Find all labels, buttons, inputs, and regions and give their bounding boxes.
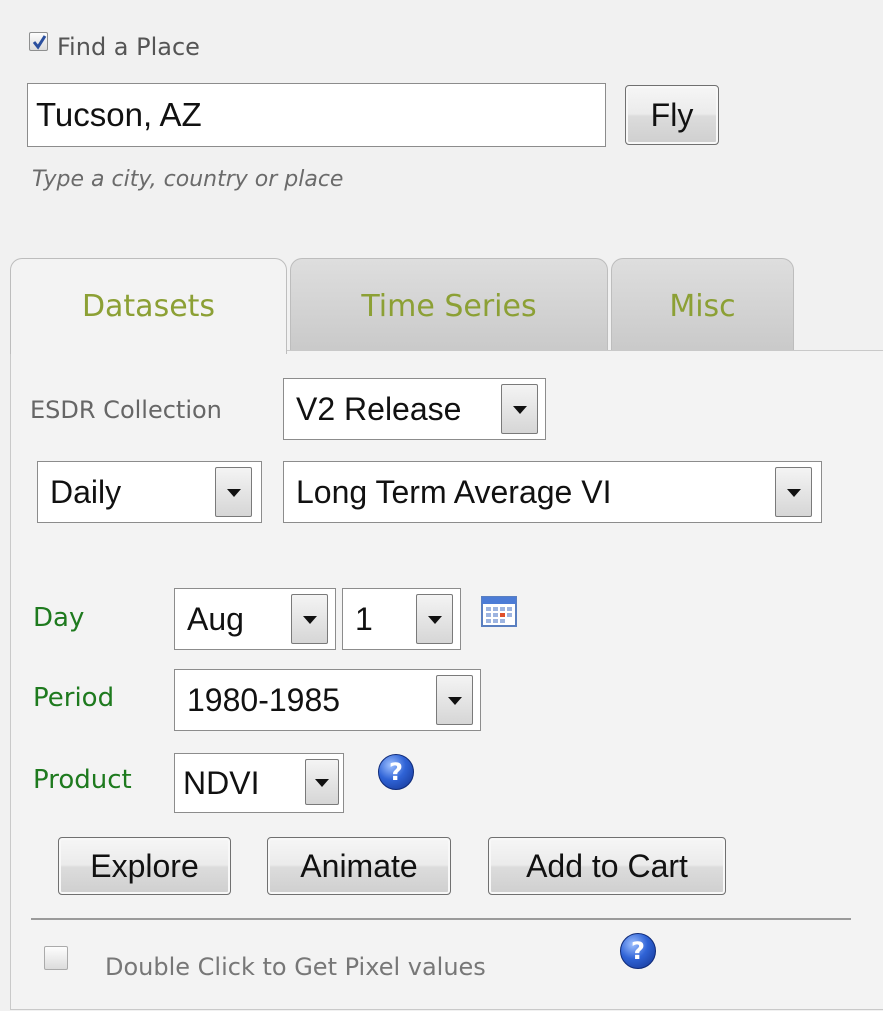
esdr-collection-select[interactable]: V2 Release <box>283 378 546 440</box>
datasets-panel: ESDR Collection V2 Release Daily Long Te… <box>10 350 883 1010</box>
pixel-values-checkbox[interactable] <box>44 946 68 970</box>
tab-misc[interactable]: Misc <box>611 258 794 353</box>
interval-select[interactable]: Daily <box>37 461 262 523</box>
esdr-collection-value: V2 Release <box>296 391 462 427</box>
chevron-down-icon[interactable] <box>775 467 812 517</box>
dataset-select[interactable]: Long Term Average VI <box>283 461 822 523</box>
month-select[interactable]: Aug <box>174 588 336 650</box>
place-search-input[interactable] <box>27 83 606 147</box>
product-label: Product <box>33 765 132 795</box>
product-select[interactable]: NDVI <box>174 753 344 813</box>
product-help-icon[interactable]: ? <box>378 754 414 790</box>
fly-button[interactable]: Fly <box>625 85 719 145</box>
chevron-down-icon[interactable] <box>416 594 453 644</box>
day-label: Day <box>33 603 85 633</box>
checkmark-icon <box>32 35 47 50</box>
chevron-down-icon[interactable] <box>501 384 538 434</box>
find-place-checkbox[interactable] <box>29 32 48 51</box>
day-value: 1 <box>355 601 373 637</box>
pixel-help-icon[interactable]: ? <box>620 933 656 969</box>
day-select[interactable]: 1 <box>342 588 461 650</box>
explore-button[interactable]: Explore <box>58 837 231 895</box>
animate-button[interactable]: Animate <box>267 837 451 895</box>
find-place-label: Find a Place <box>57 33 200 61</box>
month-value: Aug <box>187 601 244 637</box>
esdr-collection-label: ESDR Collection <box>30 396 222 424</box>
chevron-down-icon[interactable] <box>215 467 252 517</box>
tab-datasets[interactable]: Datasets <box>10 258 287 354</box>
period-select[interactable]: 1980-1985 <box>174 669 481 731</box>
pixel-values-label: Double Click to Get Pixel values <box>105 953 486 981</box>
chevron-down-icon[interactable] <box>291 594 328 644</box>
interval-value: Daily <box>50 474 122 510</box>
period-label: Period <box>33 683 115 713</box>
dataset-value: Long Term Average VI <box>296 474 612 510</box>
place-hint-text: Type a city, country or place <box>32 167 344 192</box>
product-value: NDVI <box>183 765 260 801</box>
chevron-down-icon[interactable] <box>436 675 473 725</box>
tab-time-series[interactable]: Time Series <box>290 258 608 353</box>
divider <box>31 918 851 920</box>
period-value: 1980-1985 <box>187 682 341 718</box>
add-to-cart-button[interactable]: Add to Cart <box>488 837 726 895</box>
chevron-down-icon[interactable] <box>305 759 339 805</box>
calendar-icon[interactable] <box>481 595 517 627</box>
